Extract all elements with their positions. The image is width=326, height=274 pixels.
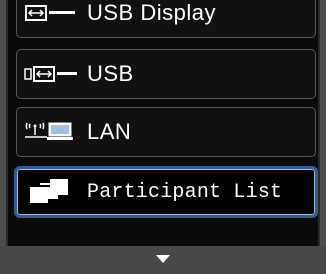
menu-item-usb-display[interactable]: USB Display	[16, 0, 316, 38]
menu-item-label: USB Display	[87, 0, 216, 25]
menu-item-participant-list[interactable]: Participant List	[14, 166, 318, 218]
menu-item-usb[interactable]: USB	[16, 49, 316, 99]
menu-item-label: Participant List	[87, 180, 283, 204]
usb-icon	[17, 50, 87, 98]
input-source-menu: USB Display USB LAN Participant List	[6, 0, 320, 256]
lan-wireless-icon	[17, 108, 87, 156]
usb-display-icon	[17, 0, 87, 37]
menu-item-lan[interactable]: LAN	[16, 107, 316, 157]
menu-screen: USB Display USB LAN Participant List	[0, 0, 326, 274]
participant-list-icon	[17, 169, 87, 215]
scroll-down-arrow-icon[interactable]	[156, 255, 170, 263]
menu-item-label: LAN	[87, 119, 132, 144]
menu-item-label: USB	[87, 61, 134, 86]
